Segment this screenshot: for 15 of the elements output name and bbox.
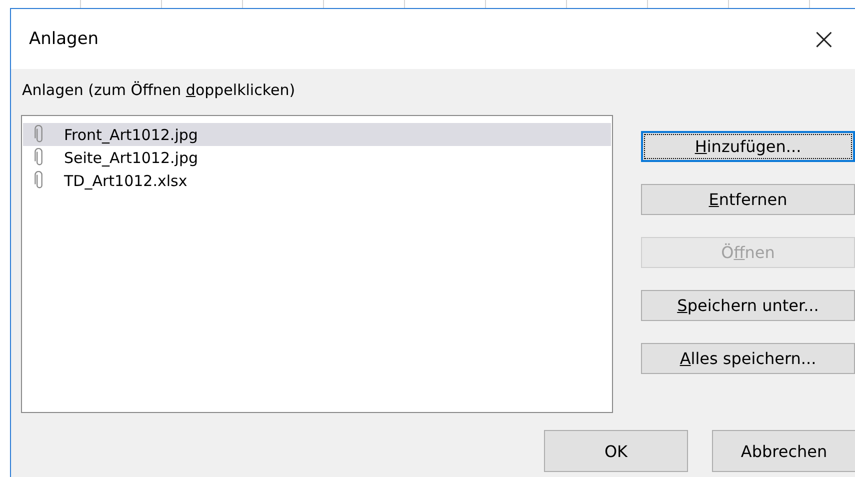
dialog-button[interactable]: Speichern unter...	[641, 290, 855, 321]
window-title: Anlagen	[29, 29, 99, 49]
paperclip-icon	[34, 125, 44, 144]
dialog-button[interactable]: Abbrechen	[712, 430, 855, 472]
dialog-button[interactable]: Hinzufügen...	[641, 131, 855, 162]
paperclip-icon	[34, 148, 44, 167]
paperclip-icon	[34, 171, 44, 190]
attachment-item[interactable]: Front_Art1012.jpg	[23, 123, 611, 146]
close-button[interactable]: ×	[809, 14, 855, 64]
attachment-item[interactable]: Seite_Art1012.jpg	[23, 146, 611, 169]
dialog-button[interactable]: OK	[544, 430, 688, 472]
list-label: Anlagen (zum Öffnen doppelklicken)	[22, 81, 296, 101]
dialog-button[interactable]: Entfernen	[641, 184, 855, 215]
attachment-item[interactable]: TD_Art1012.xlsx	[23, 169, 611, 192]
dialog-button[interactable]: Alles speichern...	[641, 343, 855, 374]
